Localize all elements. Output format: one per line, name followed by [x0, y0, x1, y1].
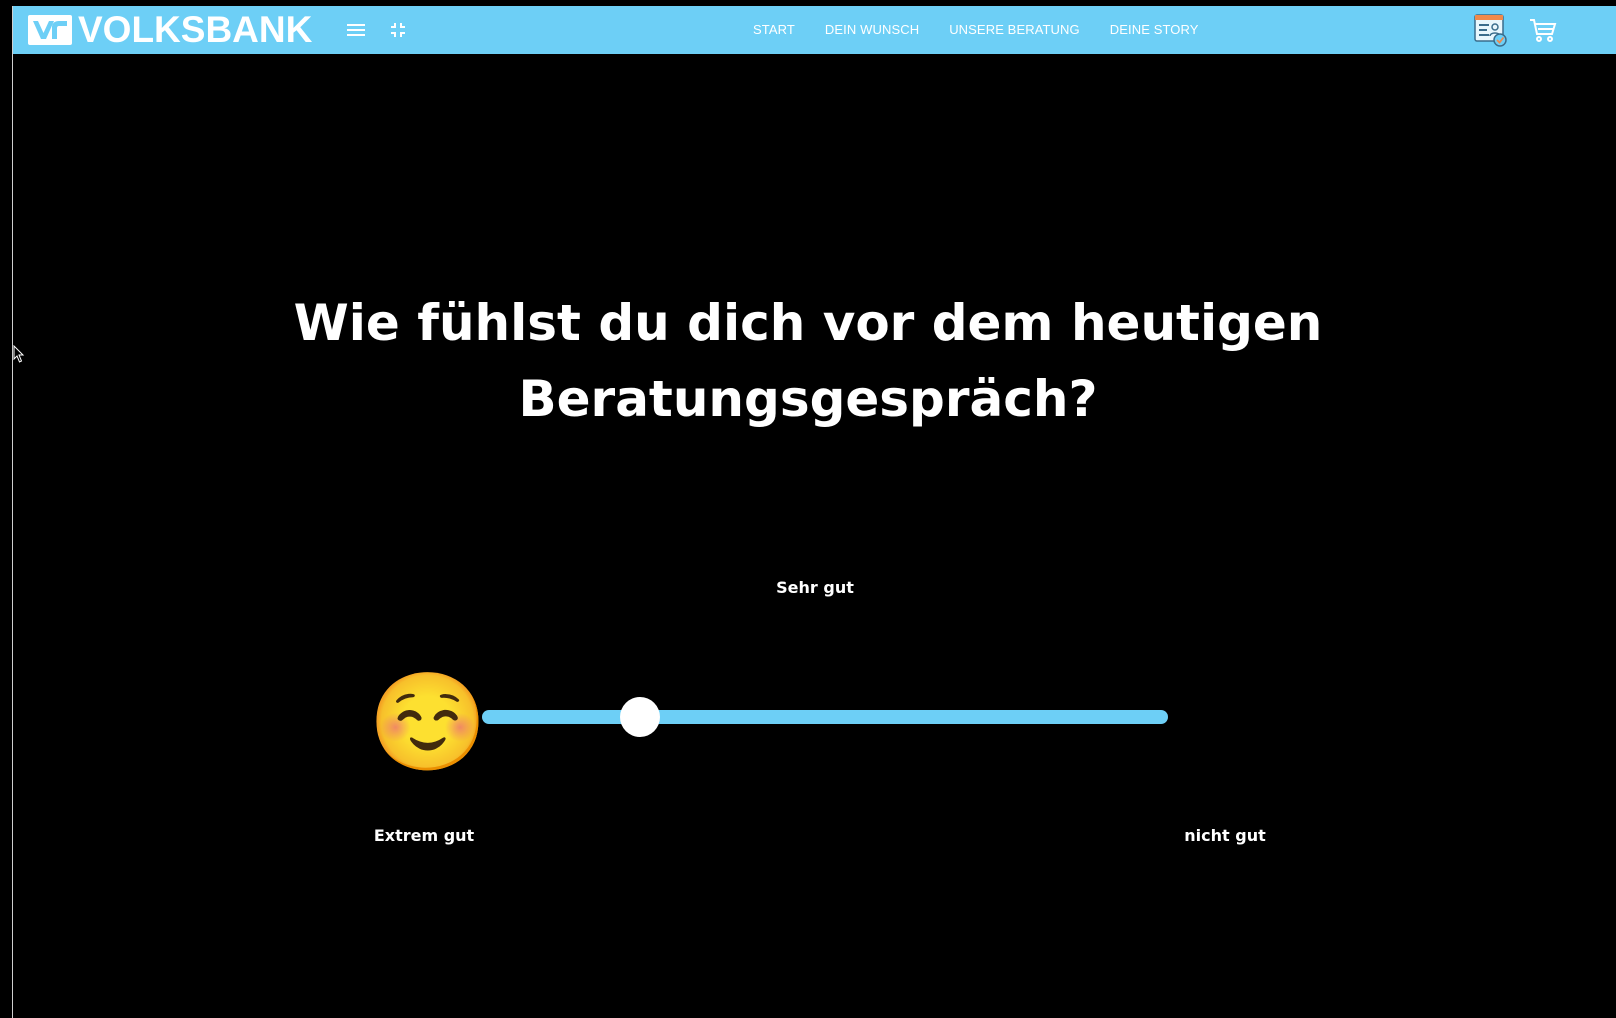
extreme-good-emoji: ☺️ — [368, 666, 488, 778]
window-edge — [12, 6, 13, 1018]
top-navigation-bar: VOLKSBANK START DEIN WUNSCH UNSERE BERAT… — [13, 6, 1616, 54]
survey-question: Wie fühlst du dich vor dem heutigen Bera… — [0, 285, 1616, 437]
app-window: VOLKSBANK START DEIN WUNSCH UNSERE BERAT… — [0, 0, 1616, 1018]
nav-start[interactable]: START — [753, 20, 795, 40]
shopping-cart-icon[interactable] — [1528, 15, 1558, 45]
volksbank-logo[interactable]: VOLKSBANK — [28, 9, 313, 50]
slider-track[interactable] — [482, 710, 1168, 724]
hamburger-menu-icon[interactable] — [344, 18, 368, 42]
consultation-check-icon[interactable] — [1473, 11, 1509, 49]
nav-deine-story[interactable]: DEINE STORY — [1110, 20, 1199, 40]
current-mood-label: Sehr gut — [776, 578, 854, 597]
main-nav: START DEIN WUNSCH UNSERE BERATUNG DEINE … — [753, 20, 1229, 40]
fullscreen-exit-icon[interactable] — [386, 18, 410, 42]
mood-slider[interactable] — [482, 697, 1168, 737]
nav-unsere-beratung[interactable]: UNSERE BERATUNG — [949, 20, 1080, 40]
question-line-1: Wie fühlst du dich vor dem heutigen — [293, 294, 1323, 352]
slider-thumb[interactable] — [619, 697, 660, 737]
not-good-emoji: 😕 — [1175, 666, 1277, 778]
volksbank-logo-icon — [28, 15, 72, 45]
nav-dein-wunsch[interactable]: DEIN WUNSCH — [825, 20, 919, 40]
extreme-good-label: Extrem gut — [373, 826, 475, 845]
mouse-cursor-icon — [13, 345, 25, 363]
question-line-2: Beratungsgespräch? — [518, 370, 1098, 428]
brand-name: VOLKSBANK — [78, 9, 313, 50]
current-mood-emoji: 😄 — [778, 459, 856, 545]
not-good-label: nicht gut — [1184, 826, 1266, 845]
